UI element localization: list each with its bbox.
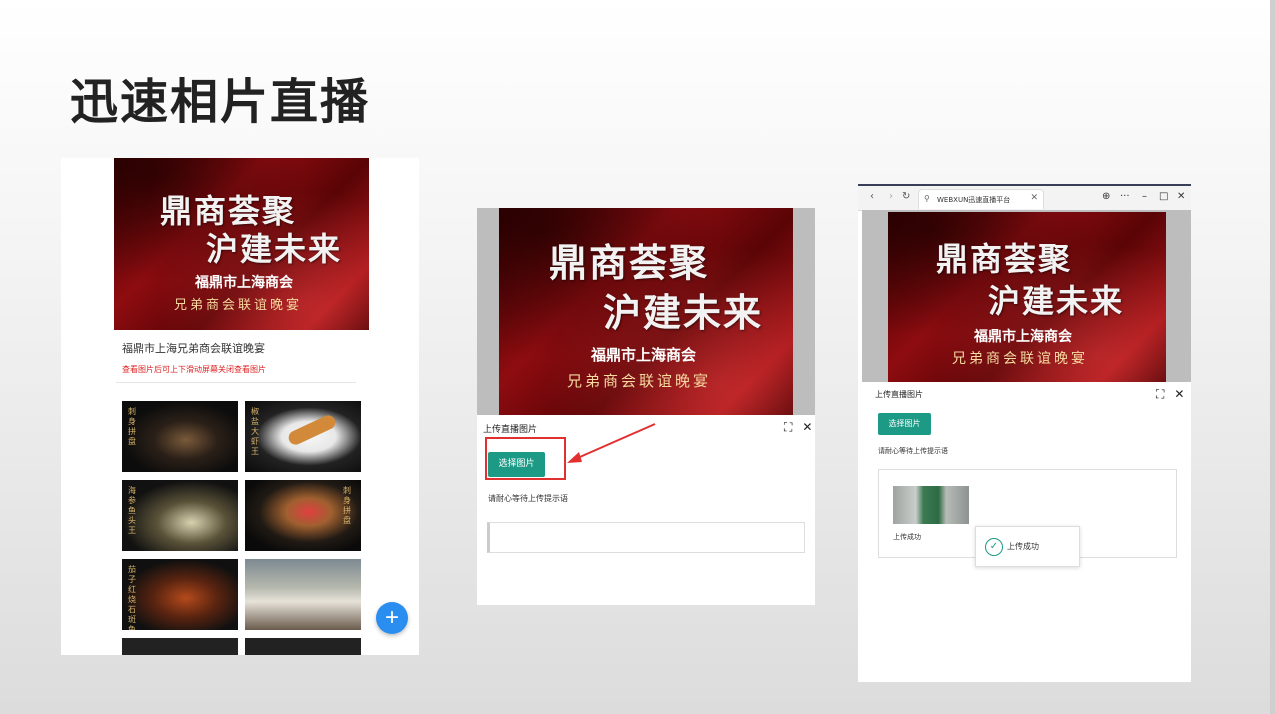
photo-caption: 茄子红烧石斑鱼 bbox=[128, 565, 136, 630]
event-title: 福鼎市上海兄弟商会联谊晚宴 bbox=[122, 342, 265, 355]
mobile-live-page: 鼎商荟聚 沪建未来 福鼎市上海商会 兄弟商会联谊晚宴 福鼎市上海兄弟商会联谊晚宴… bbox=[61, 158, 419, 655]
upload-list bbox=[487, 522, 805, 553]
close-icon[interactable]: ✕ bbox=[1174, 387, 1184, 401]
banner-subtitle: 兄弟商会联谊晚宴 bbox=[952, 351, 1088, 367]
event-banner: 鼎商荟聚 沪建未来 福鼎市上海商会 兄弟商会联谊晚宴 bbox=[114, 158, 369, 330]
divider bbox=[116, 382, 356, 383]
forward-icon[interactable]: › bbox=[889, 191, 893, 203]
reload-icon[interactable]: ↻ bbox=[902, 191, 910, 203]
window-close-icon[interactable]: ✕ bbox=[1177, 191, 1185, 203]
more-icon[interactable]: ··· bbox=[1120, 191, 1130, 203]
banner-org: 福鼎市上海商会 bbox=[974, 329, 1072, 345]
uploaded-photo-status: 上传成功 bbox=[893, 533, 921, 541]
photo-thumb-dish-8[interactable] bbox=[245, 638, 361, 655]
select-image-button[interactable]: 选择图片 bbox=[878, 413, 931, 435]
add-photo-button[interactable]: + bbox=[376, 602, 408, 634]
tab-title: WEBXUN迅速直播平台 bbox=[937, 196, 1011, 204]
view-hint: 查看图片后可上下滑动屏幕关闭查看图片 bbox=[122, 365, 266, 374]
plus-icon: + bbox=[384, 604, 399, 631]
photo-thumb-banquet-room[interactable] bbox=[245, 559, 361, 630]
select-image-button[interactable]: 选择图片 bbox=[488, 452, 545, 477]
photo-thumb-sashimi-2[interactable]: 刺身拼盘 bbox=[245, 480, 361, 551]
browser-toolbar: ‹ › ↻ ⚲ WEBXUN迅速直播平台 ✕ ⊕ ··· – □ ✕ bbox=[858, 186, 1191, 211]
link-icon: ⚲ bbox=[924, 194, 930, 203]
maximize-icon[interactable]: □ bbox=[1159, 191, 1168, 203]
photo-thumb-fish-soup[interactable]: 海参鱼头王 bbox=[122, 480, 238, 551]
expand-icon[interactable]: ⛶ bbox=[1156, 387, 1164, 401]
banner-subtitle: 兄弟商会联谊晚宴 bbox=[567, 372, 712, 390]
browser-tab[interactable]: ⚲ WEBXUN迅速直播平台 ✕ bbox=[918, 189, 1044, 209]
uploaded-photo-thumb[interactable] bbox=[893, 486, 969, 524]
toast-message: 上传成功 bbox=[1007, 542, 1039, 551]
banner-calligraphy-line1: 鼎商荟聚 bbox=[936, 240, 1073, 278]
back-icon[interactable]: ‹ bbox=[870, 191, 874, 203]
banner-org: 福鼎市上海商会 bbox=[195, 275, 293, 291]
banner-subtitle: 兄弟商会联谊晚宴 bbox=[174, 298, 303, 313]
close-icon[interactable]: ✕ bbox=[802, 420, 812, 434]
upload-dialog-screenshot: 鼎商荟聚 沪建未来 福鼎市上海商会 兄弟商会联谊晚宴 上传直播图片 ⛶ ✕ 选择… bbox=[477, 208, 815, 605]
slide-title: 迅速相片直播 bbox=[70, 74, 371, 130]
photo-thumb-fried-dish[interactable]: 椒盐大虾王 bbox=[245, 401, 361, 472]
browser-window: ‹ › ↻ ⚲ WEBXUN迅速直播平台 ✕ ⊕ ··· – □ ✕ 鼎商荟聚 … bbox=[858, 184, 1191, 682]
pointer-arrow bbox=[567, 423, 656, 463]
check-circle-icon: ✓ bbox=[985, 538, 1003, 556]
photo-caption: 海参鱼头王 bbox=[128, 486, 136, 535]
minimize-icon[interactable]: – bbox=[1142, 191, 1147, 203]
tab-close-icon[interactable]: ✕ bbox=[1030, 193, 1038, 203]
banner-org: 福鼎市上海商会 bbox=[591, 346, 697, 364]
banner-calligraphy-line2: 沪建未来 bbox=[603, 290, 764, 335]
event-banner: 鼎商荟聚 沪建未来 福鼎市上海商会 兄弟商会联谊晚宴 bbox=[499, 208, 793, 415]
banner-calligraphy-line2: 沪建未来 bbox=[206, 230, 343, 268]
photo-thumb-dish-7[interactable] bbox=[122, 638, 238, 655]
slide-edge bbox=[1270, 0, 1275, 714]
banner-calligraphy-line2: 沪建未来 bbox=[988, 282, 1125, 320]
wait-hint: 请耐心等待上传提示语 bbox=[488, 494, 568, 503]
photo-caption: 椒盐大虾王 bbox=[251, 407, 259, 456]
event-banner: 鼎商荟聚 沪建未来 福鼎市上海商会 兄弟商会联谊晚宴 bbox=[888, 212, 1166, 382]
success-toast: ✓ 上传成功 bbox=[975, 526, 1080, 567]
photo-caption: 刺身拼盘 bbox=[343, 486, 351, 525]
photo-thumb-sashimi[interactable]: 刺身拼盘 bbox=[122, 401, 238, 472]
photo-thumb-braised-pot[interactable]: 茄子红烧石斑鱼 bbox=[122, 559, 238, 630]
photo-caption: 刺身拼盘 bbox=[128, 407, 136, 446]
wait-hint: 请耐心等待上传提示语 bbox=[878, 447, 948, 455]
globe-icon[interactable]: ⊕ bbox=[1102, 191, 1110, 203]
banner-calligraphy-line1: 鼎商荟聚 bbox=[549, 240, 710, 285]
expand-icon[interactable]: ⛶ bbox=[784, 420, 792, 434]
dialog-title: 上传直播图片 bbox=[483, 425, 538, 435]
dialog-title: 上传直播图片 bbox=[875, 390, 923, 399]
